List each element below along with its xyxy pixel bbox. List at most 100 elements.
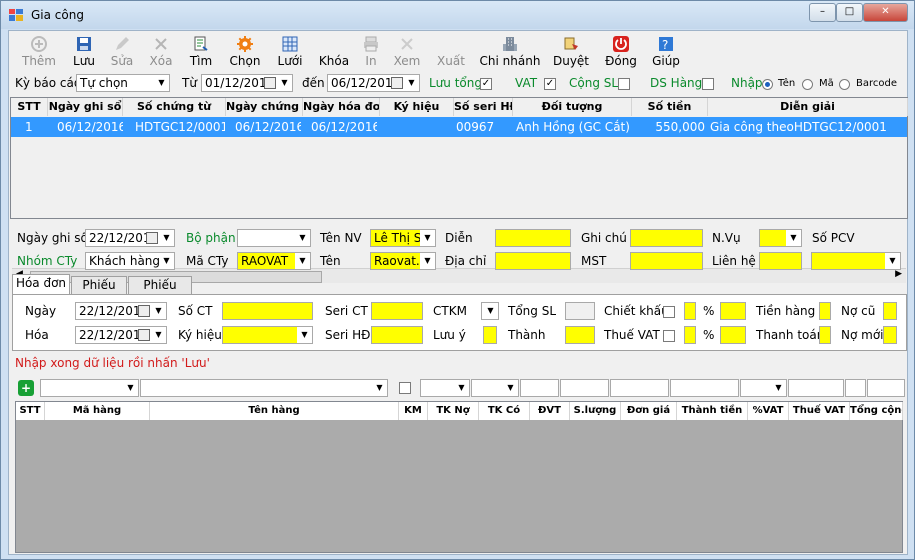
dien-label: Diễn: [445, 231, 473, 245]
grid-header: Tên hàng: [150, 402, 399, 420]
km-checkbox[interactable]: [399, 382, 411, 394]
chevron-down-icon: ▼: [786, 230, 801, 246]
nhom-cty-select[interactable]: Khách hàng ▼: [85, 252, 175, 270]
from-date-field[interactable]: 01/12/2016 ▼: [201, 74, 293, 92]
ten-cty-select[interactable]: Raovat.v ▼: [370, 252, 436, 270]
ten-radio[interactable]: [762, 79, 773, 90]
chevron-down-icon: ▼: [458, 383, 465, 392]
grid-header: Ngày chứng từ: [226, 98, 303, 116]
find-button[interactable]: Tìm: [179, 33, 223, 69]
ngay-ghi-so-field[interactable]: 22/12/2016 ▼: [85, 229, 175, 247]
vat-checkbox[interactable]: ✓: [544, 78, 556, 90]
ten-hang-select[interactable]: ▼: [140, 379, 388, 397]
export-button[interactable]: Xuất: [429, 33, 473, 69]
dvt-input[interactable]: [520, 379, 559, 397]
barcode-radio[interactable]: [839, 79, 850, 90]
ghi-chu-input[interactable]: [630, 229, 703, 247]
help-button[interactable]: ? Giúp: [644, 33, 688, 69]
vat-percent-select[interactable]: ▼: [740, 379, 787, 397]
approve-button[interactable]: Duyệt: [549, 33, 593, 69]
ten-label: Tên: [320, 254, 341, 268]
chevron-down-icon: ▼: [885, 253, 900, 269]
ngay-field[interactable]: 22/12/2016 ▼: [75, 302, 167, 320]
grid-header: Thành tiền: [677, 402, 748, 420]
tk-no-select[interactable]: ▼: [420, 379, 470, 397]
don-gia-input[interactable]: [610, 379, 669, 397]
so-luong-input[interactable]: [560, 379, 609, 397]
ctkm-select[interactable]: ▼: [481, 302, 499, 320]
seri-hd-input[interactable]: [371, 326, 423, 344]
nvu-select[interactable]: ▼: [759, 229, 802, 247]
chiet-khau-checkbox[interactable]: [663, 306, 675, 318]
period-select[interactable]: Tự chọn ▼: [76, 74, 170, 92]
minimize-button[interactable]: –: [809, 3, 836, 22]
extra-input[interactable]: [867, 379, 905, 397]
dia-chi-input[interactable]: [495, 252, 571, 270]
thue-vat-input[interactable]: [684, 326, 696, 344]
chevron-down-icon: ▼: [487, 306, 494, 315]
branch-icon: [503, 37, 517, 51]
add-button[interactable]: Thêm: [17, 33, 61, 69]
to-label: đến: [302, 76, 325, 90]
seri-hd-label: Seri HĐ: [325, 328, 371, 342]
tong-cong-input[interactable]: [845, 379, 866, 397]
choose-button[interactable]: Chọn: [223, 33, 267, 69]
mst-input[interactable]: [630, 252, 703, 270]
percent-label: %: [703, 328, 715, 342]
add-row-button[interactable]: +: [18, 380, 34, 396]
grid-header: Số seri HĐ: [454, 98, 513, 116]
close-button[interactable]: ✕: [863, 3, 908, 22]
chiet-khau-percent-input[interactable]: [720, 302, 746, 320]
tab-hoa-don[interactable]: Hóa đơn: [12, 274, 70, 295]
thue-vat-percent-input[interactable]: [720, 326, 746, 344]
tab-phieu-nhap[interactable]: Phiếu nhập: [128, 276, 192, 309]
luu-tong-checkbox[interactable]: ✓: [480, 78, 492, 90]
thanh-tien-input[interactable]: [670, 379, 739, 397]
dien-giai-input[interactable]: [495, 229, 571, 247]
detail-grid: STT Mã hàng Tên hàng KM TK Nợ TK Có ĐVT …: [15, 401, 903, 553]
dia-chi-label: Địa chỉ: [445, 254, 487, 268]
thue-vat-cell-input[interactable]: [788, 379, 844, 397]
chiet-khau-input[interactable]: [684, 302, 696, 320]
bo-phan-label: Bộ phận: [186, 231, 236, 245]
table-row[interactable]: 1 06/12/2016 HDTGC12/0001 06/12/2016 06/…: [11, 117, 907, 137]
delete-button[interactable]: Xóa: [139, 33, 183, 69]
tab-phieu-chi[interactable]: Phiếu chi: [71, 276, 127, 309]
cong-sl-checkbox[interactable]: [618, 78, 630, 90]
hoa-date-field[interactable]: 22/12/2016 ▼: [75, 326, 167, 344]
edit-button[interactable]: Sửa: [100, 33, 144, 69]
to-date-field[interactable]: 06/12/2016 ▼: [327, 74, 420, 92]
no-moi-input[interactable]: [883, 326, 897, 344]
so-ct-input[interactable]: [222, 302, 313, 320]
calendar-icon: [138, 305, 150, 317]
seri-ct-input[interactable]: [371, 302, 423, 320]
ma-radio[interactable]: [802, 79, 813, 90]
branch-button[interactable]: Chi nhánh: [479, 33, 541, 69]
no-cu-label: Nợ cũ: [841, 304, 876, 318]
lien-he-input[interactable]: [759, 252, 802, 270]
preview-button[interactable]: Xem: [385, 33, 429, 69]
thue-vat-checkbox[interactable]: [663, 330, 675, 342]
grid-button[interactable]: Lưới: [268, 33, 312, 69]
bo-phan-select[interactable]: ▼: [237, 229, 311, 247]
plus-icon: +: [20, 381, 32, 395]
ma-hang-select[interactable]: ▼: [40, 379, 139, 397]
no-moi-label: Nợ mới: [841, 328, 884, 342]
ky-hieu-select[interactable]: ▼: [222, 326, 313, 344]
tk-co-select[interactable]: ▼: [471, 379, 519, 397]
grid-header: Tổng cộng: [850, 402, 903, 420]
maximize-button[interactable]: □: [836, 3, 863, 22]
close-form-button[interactable]: Đóng: [599, 33, 643, 69]
ds-hang-checkbox[interactable]: [702, 78, 714, 90]
tien-hang-input[interactable]: [819, 302, 831, 320]
thanh-input[interactable]: [565, 326, 595, 344]
from-label: Từ: [182, 76, 197, 90]
scroll-right-icon[interactable]: ▶: [895, 269, 902, 279]
ma-cty-select[interactable]: RAOVAT ▼: [237, 252, 311, 270]
luu-y-input[interactable]: [483, 326, 497, 344]
lien-he-select[interactable]: ▼: [811, 252, 901, 270]
ten-nv-select[interactable]: Lê Thị Sơ ▼: [370, 229, 436, 247]
thanh-toan-input[interactable]: [819, 326, 831, 344]
app-window: Gia công – □ ✕ Thêm Lưu Sửa Xóa Tìm Chọn…: [0, 0, 915, 560]
no-cu-input[interactable]: [883, 302, 897, 320]
